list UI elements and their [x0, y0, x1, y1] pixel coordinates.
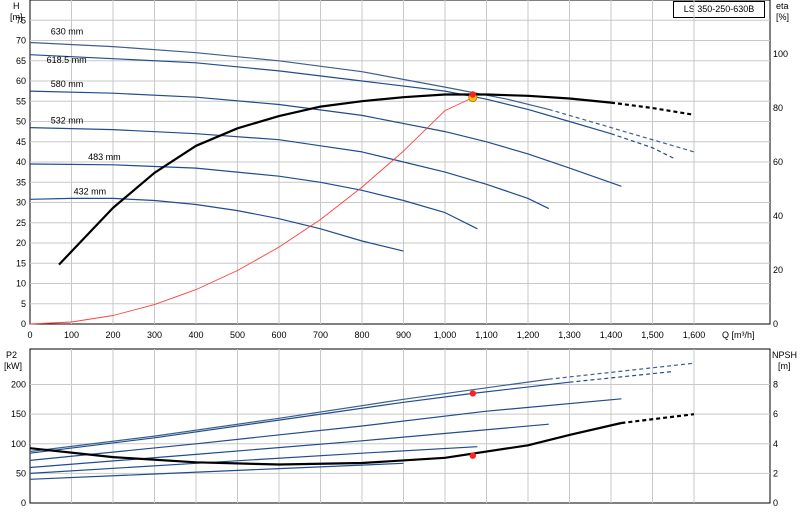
y-right-tick-label: 4: [773, 439, 778, 449]
series-line-dashed: [621, 413, 695, 425]
y-tick-label: 0: [21, 319, 26, 329]
series-line: [29, 381, 570, 454]
y-right-axis-label-name: eta: [776, 1, 789, 11]
x-tick-label: 800: [354, 330, 369, 340]
y-tick-label: 0: [21, 498, 26, 508]
series-line: [29, 398, 622, 461]
series-line: [29, 127, 550, 210]
series-line: [29, 378, 549, 453]
series-line: [29, 97, 473, 325]
y-tick-label: 10: [16, 279, 26, 289]
y-right-tick-label: 0: [773, 498, 778, 508]
x-tick-label: 0: [27, 330, 32, 340]
y-right-tick-label: 6: [773, 409, 778, 419]
duty-point: [469, 390, 477, 397]
y-right-tick-label: 2: [773, 468, 778, 478]
x-axis-label: Q [m³/h]: [722, 330, 755, 340]
y-tick-label: 150: [11, 409, 26, 419]
y-axis-label-unit: [m]: [10, 12, 23, 22]
impeller-diameter-label: 580 mm: [51, 79, 84, 89]
y-tick-label: 25: [16, 218, 26, 228]
y-tick-label: 5: [21, 299, 26, 309]
y-right-tick-label: 0: [773, 319, 778, 329]
x-tick-label: 900: [396, 330, 411, 340]
y-right-axis-label-unit: [%]: [776, 12, 789, 22]
x-tick-label: 1,400: [600, 330, 623, 340]
axis-labels: H[m]eta[%]P2[kW]NPSH[m]Q [m³/h]: [4, 1, 797, 371]
y-tick-label: 100: [11, 439, 26, 449]
y-tick-label: 40: [16, 157, 26, 167]
x-tick-label: 1,000: [434, 330, 457, 340]
x-tick-label: 1,200: [517, 330, 540, 340]
y-tick-label: 65: [16, 56, 26, 66]
x-tick-label: 500: [230, 330, 245, 340]
x-tick-label: 1,300: [558, 330, 581, 340]
y-right-tick-label: 8: [773, 380, 778, 390]
y-tick-label: 20: [16, 238, 26, 248]
plot-frame: [29, 348, 771, 504]
y-tick-label: 15: [16, 258, 26, 268]
duty-point: [469, 91, 477, 98]
impeller-diameter-label: 618.5 mm: [47, 55, 87, 65]
p2-axis-label-name: P2: [6, 350, 17, 360]
bottom-marks: [469, 390, 477, 459]
npsh-axis-label-unit: [m]: [778, 361, 791, 371]
y-tick-label: 35: [16, 177, 26, 187]
y-tick-label: 60: [16, 76, 26, 86]
y-axis-label-name: H: [13, 1, 20, 11]
x-tick-label: 400: [188, 330, 203, 340]
y-right-tick-label: 40: [773, 211, 783, 221]
y-tick-label: 45: [16, 137, 26, 147]
x-tick-label: 1,500: [641, 330, 664, 340]
top-marks: 630 mm 618.5 mm 580 mm 532 mm 483 mm 432 mm: [47, 26, 478, 196]
y-tick-label: 30: [16, 198, 26, 208]
impeller-diameter-label: 532 mm: [51, 116, 84, 126]
y-right-tick-label: 60: [773, 157, 783, 167]
series-line: [29, 462, 404, 480]
y-right-tick-label: 80: [773, 103, 783, 113]
impeller-diameter-label: 432 mm: [74, 186, 107, 196]
y-tick-label: 70: [16, 36, 26, 46]
npsh-axis-label-name: NPSH: [772, 350, 797, 360]
series-line-dashed: [569, 370, 674, 383]
series-line-dashed: [610, 133, 674, 159]
impeller-diameter-label: 483 mm: [88, 152, 121, 162]
y-right-tick-label: 20: [773, 265, 783, 275]
duty-point: [469, 452, 477, 459]
top-grid: 0510152025303540455055606570750204060801…: [16, 0, 788, 340]
series-line: [29, 423, 549, 469]
y-right-tick-label: 100: [773, 49, 788, 59]
x-tick-label: 600: [271, 330, 286, 340]
x-tick-label: 1,600: [683, 330, 706, 340]
x-tick-label: 300: [147, 330, 162, 340]
y-tick-label: 50: [16, 468, 26, 478]
y-tick-label: 200: [11, 380, 26, 390]
x-tick-label: 700: [313, 330, 328, 340]
y-tick-label: 55: [16, 96, 26, 106]
x-tick-label: 200: [105, 330, 120, 340]
p2-axis-label-unit: [kW]: [4, 361, 22, 371]
x-tick-label: 100: [64, 330, 79, 340]
x-tick-label: 1,100: [475, 330, 498, 340]
series-line-dashed: [548, 108, 695, 153]
y-tick-label: 50: [16, 117, 26, 127]
impeller-diameter-label: 630 mm: [51, 26, 84, 36]
pump-curve-chart: 0510152025303540455055606570750204060801…: [4, 0, 797, 508]
